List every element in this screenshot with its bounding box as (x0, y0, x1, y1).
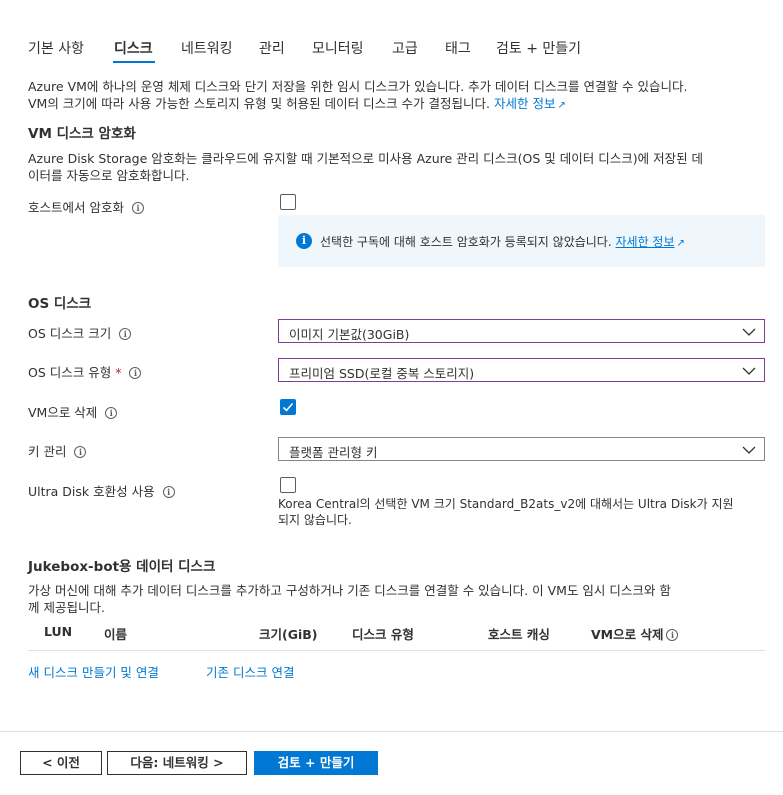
key-management-label: 키 관리 i (28, 441, 87, 460)
ultra-disk-note: Korea Central의 선택한 VM 크기 Standard_B2ats_… (278, 496, 734, 528)
active-tab-indicator (113, 61, 155, 63)
os-disk-heading: OS 디스크 (28, 296, 92, 312)
footer-divider (0, 731, 783, 732)
info-icon[interactable]: i (119, 328, 132, 340)
tab-basics[interactable]: 기본 사항 (28, 38, 84, 58)
ultra-disk-checkbox[interactable] (280, 477, 296, 493)
info-icon[interactable]: i (666, 629, 679, 641)
intro-line-1: Azure VM에 하나의 운영 체제 디스크와 단기 저장을 위한 임시 디스… (28, 79, 688, 94)
os-disk-type-select[interactable]: 프리미엄 SSD(로컬 중복 스토리지) (278, 358, 765, 382)
data-disks-description: 가상 머신에 대해 추가 데이터 디스크를 추가하고 구성하거나 기존 디스크를… (28, 582, 671, 616)
review-create-button[interactable]: 검토 + 만들기 (254, 751, 378, 775)
checkmark-icon (282, 402, 294, 412)
host-encryption-checkbox[interactable] (280, 194, 296, 210)
data-disks-desc-line-2: 께 제공됩니다. (28, 600, 105, 615)
column-host-caching: 호스트 캐싱 (488, 627, 550, 642)
column-lun: LUN (44, 624, 73, 639)
info-learn-more-link[interactable]: 자세한 정보 (616, 235, 675, 249)
ultra-disk-label: Ultra Disk 호환성 사용 i (28, 481, 175, 500)
external-link-icon: ↗ (557, 100, 566, 111)
column-delete-with-vm: VM으로 삭제 i (591, 624, 679, 643)
info-banner-text: 선택한 구독에 대해 호스트 암호화가 등록되지 않았습니다. (320, 235, 612, 249)
chevron-down-icon (742, 367, 756, 375)
info-circle-icon: i (296, 233, 312, 249)
chevron-down-icon (742, 446, 756, 454)
encryption-description: Azure Disk Storage 암호화는 클라우드에 유지할 때 기본적으… (28, 150, 703, 184)
tab-management[interactable]: 관리 (259, 38, 285, 58)
ultra-note-line-1: Korea Central의 선택한 VM 크기 Standard_B2ats_… (278, 497, 734, 511)
tab-disks[interactable]: 디스크 (114, 38, 153, 58)
column-name: 이름 (104, 627, 128, 642)
column-size: 크기(GiB) (259, 627, 318, 642)
table-divider (28, 650, 765, 651)
learn-more-link[interactable]: 자세한 정보 ↗ (494, 96, 566, 111)
key-management-select[interactable]: 플랫폼 관리형 키 (278, 437, 765, 461)
data-disks-heading: Jukebox-bot용 데이터 디스크 (28, 559, 216, 575)
host-encryption-info-banner: i 선택한 구독에 대해 호스트 암호화가 등록되지 않았습니다. 자세한 정보… (278, 215, 765, 267)
host-encryption-label: 호스트에서 암호화 i (28, 197, 144, 216)
create-attach-disk-link[interactable]: 새 디스크 만들기 및 연결 (28, 662, 159, 681)
os-disk-size-label: OS 디스크 크기 i (28, 323, 132, 342)
tab-review-create[interactable]: 검토 + 만들기 (496, 38, 581, 58)
required-mark: * (115, 365, 122, 380)
encryption-desc-line-2: 이터를 자동으로 암호화합니다. (28, 168, 190, 183)
encryption-heading: VM 디스크 암호화 (28, 126, 136, 142)
tab-tags[interactable]: 태그 (445, 38, 471, 58)
info-icon[interactable]: i (131, 202, 144, 214)
intro-line-2: VM의 크기에 따라 사용 가능한 스토리지 유형 및 허용된 데이터 디스크 … (28, 96, 490, 111)
chevron-down-icon (742, 328, 756, 336)
data-disks-desc-line-1: 가상 머신에 대해 추가 데이터 디스크를 추가하고 구성하거나 기존 디스크를… (28, 583, 671, 598)
next-networking-button[interactable]: 다음: 네트워킹 > (107, 751, 247, 775)
info-icon[interactable]: i (162, 486, 175, 498)
previous-button[interactable]: < 이전 (20, 751, 102, 775)
attach-existing-disk-link[interactable]: 기존 디스크 연결 (206, 662, 294, 681)
info-icon[interactable]: i (105, 407, 118, 419)
external-link-icon: ↗ (676, 238, 685, 249)
delete-with-vm-label: VM으로 삭제 i (28, 402, 118, 421)
ultra-note-line-2: 되지 않습니다. (278, 513, 352, 527)
os-disk-size-select[interactable]: 이미지 기본값(30GiB) (278, 319, 765, 343)
tab-advanced[interactable]: 고급 (392, 38, 418, 58)
tab-monitoring[interactable]: 모니터링 (312, 38, 364, 58)
column-disk-type: 디스크 유형 (352, 627, 414, 642)
intro-text: Azure VM에 하나의 운영 체제 디스크와 단기 저장을 위한 임시 디스… (28, 78, 687, 114)
encryption-desc-line-1: Azure Disk Storage 암호화는 클라우드에 유지할 때 기본적으… (28, 151, 704, 166)
tab-networking[interactable]: 네트워킹 (181, 38, 233, 58)
os-disk-type-label: OS 디스크 유형 * i (28, 362, 142, 381)
info-icon[interactable]: i (129, 367, 142, 379)
info-icon[interactable]: i (74, 446, 87, 458)
delete-with-vm-checkbox[interactable] (280, 399, 296, 415)
